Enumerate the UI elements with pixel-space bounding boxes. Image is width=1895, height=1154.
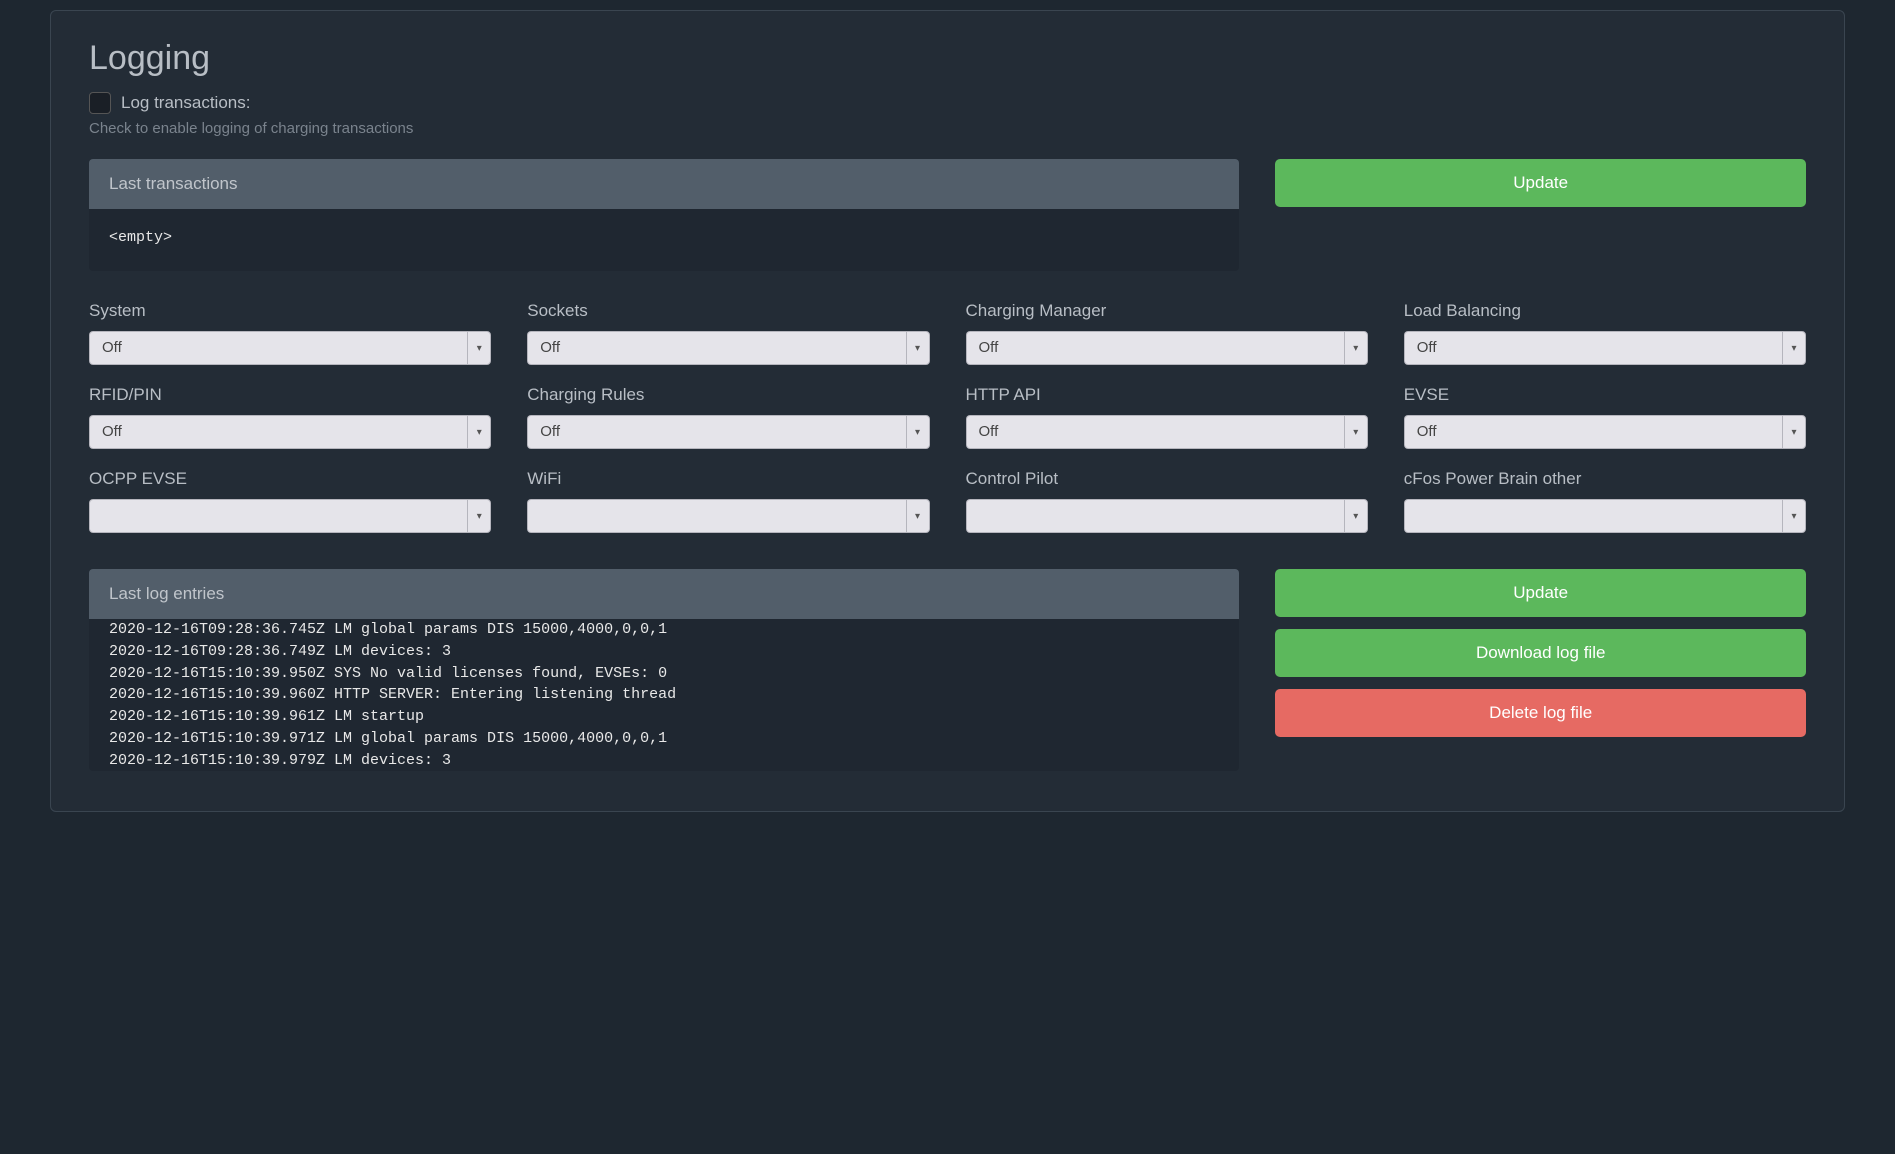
select-system[interactable]: Off▾ xyxy=(89,331,491,365)
chevron-down-icon[interactable]: ▾ xyxy=(1782,331,1806,365)
log-line: 2020-12-16T15:10:39.950Z SYS No valid li… xyxy=(109,663,1219,685)
chevron-down-icon[interactable]: ▾ xyxy=(1344,499,1368,533)
chevron-down-icon[interactable]: ▾ xyxy=(1344,415,1368,449)
select-group-rfid-pin: RFID/PIN Off▾ xyxy=(89,385,491,449)
select-value[interactable]: Off xyxy=(966,415,1344,449)
select-group-evse: EVSE Off▾ xyxy=(1404,385,1806,449)
select-sockets[interactable]: Off▾ xyxy=(527,331,929,365)
delete-log-button[interactable]: Delete log file xyxy=(1275,689,1806,737)
log-line: 2020-12-16T15:10:39.979Z LM devices: 3 xyxy=(109,750,1219,772)
select-value[interactable]: Off xyxy=(527,415,905,449)
chevron-down-icon[interactable]: ▾ xyxy=(906,331,930,365)
log-transactions-row: Log transactions: xyxy=(89,92,1806,114)
select-group-system: System Off▾ xyxy=(89,301,491,365)
select-label: HTTP API xyxy=(966,385,1368,405)
select-value[interactable]: Off xyxy=(1404,415,1782,449)
log-line: 2020-12-16T15:10:39.971Z LM global param… xyxy=(109,728,1219,750)
log-level-grid: SystemOff▾SocketsOff▾Charging ManagerOff… xyxy=(89,301,1806,533)
chevron-down-icon[interactable]: ▾ xyxy=(906,499,930,533)
select-group-control-pilot: Control Pilot ▾ xyxy=(966,469,1368,533)
select-ocpp-evse[interactable]: ▾ xyxy=(89,499,491,533)
select-wifi[interactable]: ▾ xyxy=(527,499,929,533)
log-line: 2020-12-16T09:28:36.749Z LM devices: 3 xyxy=(109,641,1219,663)
chevron-down-icon[interactable]: ▾ xyxy=(1344,331,1368,365)
select-value[interactable]: Off xyxy=(89,331,467,365)
select-label: Charging Rules xyxy=(527,385,929,405)
log-transactions-checkbox[interactable] xyxy=(89,92,111,114)
select-group-charging-manager: Charging Manager Off▾ xyxy=(966,301,1368,365)
log-line: 2020-12-16T15:10:39.960Z HTTP SERVER: En… xyxy=(109,684,1219,706)
select-group-http-api: HTTP API Off▾ xyxy=(966,385,1368,449)
page-title: Logging xyxy=(89,39,1806,78)
select-charging-manager[interactable]: Off▾ xyxy=(966,331,1368,365)
select-group-charging-rules: Charging Rules Off▾ xyxy=(527,385,929,449)
select-label: Charging Manager xyxy=(966,301,1368,321)
select-value[interactable] xyxy=(89,499,467,533)
update-transactions-button[interactable]: Update xyxy=(1275,159,1806,207)
select-value[interactable]: Off xyxy=(966,331,1344,365)
select-value[interactable]: Off xyxy=(89,415,467,449)
select-label: Control Pilot xyxy=(966,469,1368,489)
select-group-ocpp-evse: OCPP EVSE ▾ xyxy=(89,469,491,533)
select-evse[interactable]: Off▾ xyxy=(1404,415,1806,449)
chevron-down-icon[interactable]: ▾ xyxy=(467,499,491,533)
select-value[interactable] xyxy=(527,499,905,533)
select-label: cFos Power Brain other xyxy=(1404,469,1806,489)
log-line: 2020-12-16T15:10:39.961Z LM startup xyxy=(109,706,1219,728)
log-transactions-help: Check to enable logging of charging tran… xyxy=(89,120,1806,137)
select-group-cfos-power-brain-other: cFos Power Brain other ▾ xyxy=(1404,469,1806,533)
select-group-load-balancing: Load Balancing Off▾ xyxy=(1404,301,1806,365)
log-transactions-label: Log transactions: xyxy=(121,93,250,113)
download-log-button[interactable]: Download log file xyxy=(1275,629,1806,677)
chevron-down-icon[interactable]: ▾ xyxy=(467,331,491,365)
chevron-down-icon[interactable]: ▾ xyxy=(1782,415,1806,449)
select-label: Load Balancing xyxy=(1404,301,1806,321)
select-label: RFID/PIN xyxy=(89,385,491,405)
select-cfos-power-brain-other[interactable]: ▾ xyxy=(1404,499,1806,533)
chevron-down-icon[interactable]: ▾ xyxy=(1782,499,1806,533)
select-rfid-pin[interactable]: Off▾ xyxy=(89,415,491,449)
select-label: System xyxy=(89,301,491,321)
select-value[interactable] xyxy=(1404,499,1782,533)
select-http-api[interactable]: Off▾ xyxy=(966,415,1368,449)
logging-panel: Logging Log transactions: Check to enabl… xyxy=(50,10,1845,812)
select-control-pilot[interactable]: ▾ xyxy=(966,499,1368,533)
select-label: WiFi xyxy=(527,469,929,489)
last-transactions-body: <empty> xyxy=(89,209,1239,271)
select-charging-rules[interactable]: Off▾ xyxy=(527,415,929,449)
select-value[interactable] xyxy=(966,499,1344,533)
chevron-down-icon[interactable]: ▾ xyxy=(467,415,491,449)
last-log-body[interactable]: 2020-12-16T09:28:36.745Z LM global param… xyxy=(89,619,1239,771)
chevron-down-icon[interactable]: ▾ xyxy=(906,415,930,449)
select-value[interactable]: Off xyxy=(527,331,905,365)
last-transactions-header: Last transactions xyxy=(89,159,1239,209)
update-log-button[interactable]: Update xyxy=(1275,569,1806,617)
select-group-wifi: WiFi ▾ xyxy=(527,469,929,533)
select-label: EVSE xyxy=(1404,385,1806,405)
select-group-sockets: Sockets Off▾ xyxy=(527,301,929,365)
last-log-header: Last log entries xyxy=(89,569,1239,619)
select-label: OCPP EVSE xyxy=(89,469,491,489)
select-value[interactable]: Off xyxy=(1404,331,1782,365)
log-line: 2020-12-16T09:28:36.745Z LM global param… xyxy=(109,619,1219,641)
select-load-balancing[interactable]: Off▾ xyxy=(1404,331,1806,365)
select-label: Sockets xyxy=(527,301,929,321)
